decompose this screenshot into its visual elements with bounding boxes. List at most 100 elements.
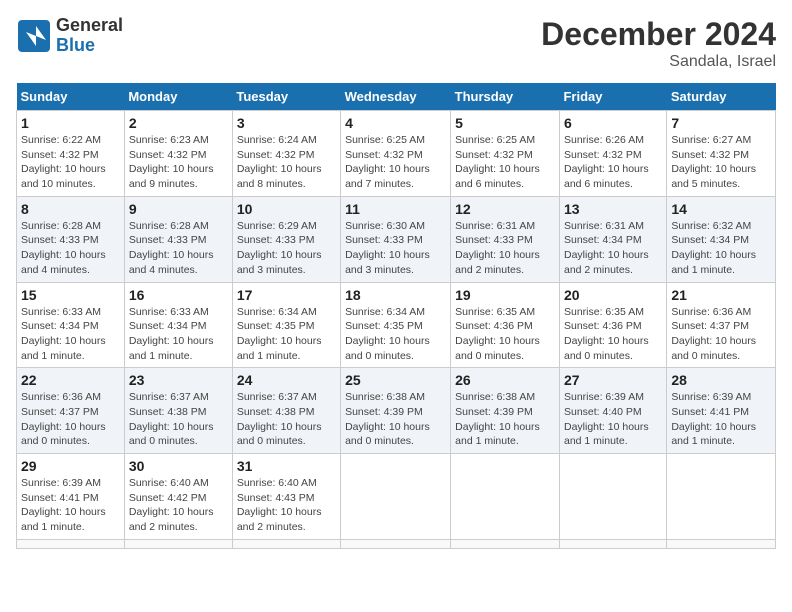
day-number: 7: [671, 115, 771, 131]
header-tuesday: Tuesday: [232, 83, 340, 111]
table-cell: [17, 539, 125, 548]
table-cell: 29 Sunrise: 6:39 AMSunset: 4:41 PMDayligh…: [17, 454, 125, 540]
header-wednesday: Wednesday: [341, 83, 451, 111]
table-cell: 25 Sunrise: 6:38 AMSunset: 4:39 PMDayligh…: [341, 368, 451, 454]
day-number: 30: [129, 458, 228, 474]
day-detail: Sunrise: 6:39 AMSunset: 4:41 PMDaylight:…: [21, 476, 120, 535]
calendar-row: 22 Sunrise: 6:36 AMSunset: 4:37 PMDayligh…: [17, 368, 776, 454]
day-number: 22: [21, 372, 120, 388]
day-number: 18: [345, 287, 446, 303]
day-detail: Sunrise: 6:35 AMSunset: 4:36 PMDaylight:…: [455, 305, 555, 364]
day-number: 24: [237, 372, 336, 388]
day-detail: Sunrise: 6:30 AMSunset: 4:33 PMDaylight:…: [345, 219, 446, 278]
table-cell: 24Sunrise: 6:37 AMSunset: 4:38 PMDayligh…: [232, 368, 340, 454]
month-title: December 2024: [541, 16, 776, 53]
logo-general-text: General: [56, 16, 123, 36]
table-cell: 4 Sunrise: 6:25 AMSunset: 4:32 PMDaylight…: [341, 111, 451, 197]
day-number: 10: [237, 201, 336, 217]
day-number: 29: [21, 458, 120, 474]
table-cell: [559, 539, 666, 548]
calendar-row: 8Sunrise: 6:28 AMSunset: 4:33 PMDaylight…: [17, 196, 776, 282]
day-number: 4: [345, 115, 446, 131]
table-cell: 8Sunrise: 6:28 AMSunset: 4:33 PMDaylight…: [17, 196, 125, 282]
day-detail: Sunrise: 6:25 AMSunset: 4:32 PMDaylight:…: [345, 133, 446, 192]
day-number: 25: [345, 372, 446, 388]
title-block: December 2024 Sandala, Israel: [541, 16, 776, 71]
day-number: 14: [671, 201, 771, 217]
calendar-row: 15Sunrise: 6:33 AMSunset: 4:34 PMDayligh…: [17, 282, 776, 368]
day-detail: Sunrise: 6:38 AMSunset: 4:39 PMDaylight:…: [455, 390, 555, 449]
table-cell: 9Sunrise: 6:28 AMSunset: 4:33 PMDaylight…: [124, 196, 232, 282]
day-number: 3: [237, 115, 336, 131]
table-cell: 7 Sunrise: 6:27 AMSunset: 4:32 PMDaylight…: [667, 111, 776, 197]
day-detail: Sunrise: 6:38 AMSunset: 4:39 PMDaylight:…: [345, 390, 446, 449]
day-detail: Sunrise: 6:39 AMSunset: 4:41 PMDaylight:…: [671, 390, 771, 449]
header-thursday: Thursday: [451, 83, 560, 111]
table-cell: 20Sunrise: 6:35 AMSunset: 4:36 PMDayligh…: [559, 282, 666, 368]
day-detail: Sunrise: 6:25 AMSunset: 4:32 PMDaylight:…: [455, 133, 555, 192]
location: Sandala, Israel: [541, 53, 776, 71]
day-detail: Sunrise: 6:34 AMSunset: 4:35 PMDaylight:…: [237, 305, 336, 364]
page-header: General Blue December 2024 Sandala, Isra…: [16, 16, 776, 71]
table-cell: 6Sunrise: 6:26 AMSunset: 4:32 PMDaylight…: [559, 111, 666, 197]
day-number: 16: [129, 287, 228, 303]
day-number: 19: [455, 287, 555, 303]
calendar-row: [17, 539, 776, 548]
day-number: 11: [345, 201, 446, 217]
day-detail: Sunrise: 6:39 AMSunset: 4:40 PMDaylight:…: [564, 390, 662, 449]
logo: General Blue: [16, 16, 123, 56]
day-detail: Sunrise: 6:29 AMSunset: 4:33 PMDaylight:…: [237, 219, 336, 278]
day-number: 31: [237, 458, 336, 474]
day-detail: Sunrise: 6:24 AMSunset: 4:32 PMDaylight:…: [237, 133, 336, 192]
day-number: 26: [455, 372, 555, 388]
table-cell: 21Sunrise: 6:36 AMSunset: 4:37 PMDayligh…: [667, 282, 776, 368]
table-cell: 17 Sunrise: 6:34 AMSunset: 4:35 PMDayligh…: [232, 282, 340, 368]
table-cell: 15Sunrise: 6:33 AMSunset: 4:34 PMDayligh…: [17, 282, 125, 368]
day-number: 17: [237, 287, 336, 303]
table-cell: 12Sunrise: 6:31 AMSunset: 4:33 PMDayligh…: [451, 196, 560, 282]
table-cell: 5 Sunrise: 6:25 AMSunset: 4:32 PMDaylight…: [451, 111, 560, 197]
table-cell: [124, 539, 232, 548]
table-cell: [451, 539, 560, 548]
table-cell: 16 Sunrise: 6:33 AMSunset: 4:34 PMDayligh…: [124, 282, 232, 368]
table-cell: [559, 454, 666, 540]
calendar-row: 1Sunrise: 6:22 AMSunset: 4:32 PMDaylight…: [17, 111, 776, 197]
header-row: Sunday Monday Tuesday Wednesday Thursday…: [17, 83, 776, 111]
day-detail: Sunrise: 6:23 AMSunset: 4:32 PMDaylight:…: [129, 133, 228, 192]
table-cell: 3 Sunrise: 6:24 AMSunset: 4:32 PMDaylight…: [232, 111, 340, 197]
table-cell: 30 Sunrise: 6:40 AMSunset: 4:42 PMDayligh…: [124, 454, 232, 540]
table-cell: 26 Sunrise: 6:38 AMSunset: 4:39 PMDayligh…: [451, 368, 560, 454]
day-number: 23: [129, 372, 228, 388]
day-number: 28: [671, 372, 771, 388]
table-cell: [451, 454, 560, 540]
day-number: 6: [564, 115, 662, 131]
day-detail: Sunrise: 6:33 AMSunset: 4:34 PMDaylight:…: [129, 305, 228, 364]
header-monday: Monday: [124, 83, 232, 111]
day-detail: Sunrise: 6:31 AMSunset: 4:34 PMDaylight:…: [564, 219, 662, 278]
table-cell: 10 Sunrise: 6:29 AMSunset: 4:33 PMDayligh…: [232, 196, 340, 282]
day-detail: Sunrise: 6:37 AMSunset: 4:38 PMDaylight:…: [129, 390, 228, 449]
table-cell: 2 Sunrise: 6:23 AMSunset: 4:32 PMDaylight…: [124, 111, 232, 197]
day-detail: Sunrise: 6:27 AMSunset: 4:32 PMDaylight:…: [671, 133, 771, 192]
day-detail: Sunrise: 6:36 AMSunset: 4:37 PMDaylight:…: [21, 390, 120, 449]
day-number: 5: [455, 115, 555, 131]
day-number: 2: [129, 115, 228, 131]
table-cell: 11 Sunrise: 6:30 AMSunset: 4:33 PMDayligh…: [341, 196, 451, 282]
day-number: 20: [564, 287, 662, 303]
day-number: 8: [21, 201, 120, 217]
table-cell: [232, 539, 340, 548]
table-cell: 13Sunrise: 6:31 AMSunset: 4:34 PMDayligh…: [559, 196, 666, 282]
day-detail: Sunrise: 6:40 AMSunset: 4:43 PMDaylight:…: [237, 476, 336, 535]
day-detail: Sunrise: 6:34 AMSunset: 4:35 PMDaylight:…: [345, 305, 446, 364]
table-cell: 22 Sunrise: 6:36 AMSunset: 4:37 PMDayligh…: [17, 368, 125, 454]
logo-icon: [16, 18, 52, 54]
table-cell: 1Sunrise: 6:22 AMSunset: 4:32 PMDaylight…: [17, 111, 125, 197]
header-saturday: Saturday: [667, 83, 776, 111]
day-number: 12: [455, 201, 555, 217]
day-number: 21: [671, 287, 771, 303]
day-detail: Sunrise: 6:40 AMSunset: 4:42 PMDaylight:…: [129, 476, 228, 535]
table-cell: 18 Sunrise: 6:34 AMSunset: 4:35 PMDayligh…: [341, 282, 451, 368]
logo-blue-text: Blue: [56, 36, 123, 56]
table-cell: 23 Sunrise: 6:37 AMSunset: 4:38 PMDayligh…: [124, 368, 232, 454]
table-cell: [341, 539, 451, 548]
